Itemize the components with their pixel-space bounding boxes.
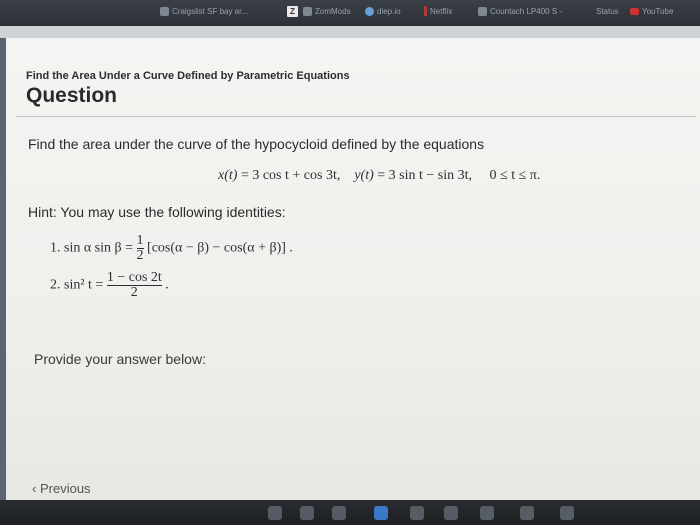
identity-2-numerator: 1 − cos 2t	[106, 270, 162, 285]
title-divider	[16, 116, 696, 117]
youtube-icon	[630, 7, 639, 15]
parametric-equations: x(t) = 3 cos t + cos 3t, y(t) = 3 sin t …	[218, 168, 540, 184]
bookmark-status[interactable]: Status	[596, 4, 619, 18]
diep-icon	[365, 6, 374, 16]
identity-1-rest: [cos(α − β) − cos(α + β)] .	[147, 240, 293, 256]
netflix-icon	[424, 6, 427, 16]
page-title: Question	[26, 84, 118, 107]
bookmarks-bar: Craigslist SF bay ar... Z ZomMods diep.i…	[0, 0, 700, 26]
answer-label: Provide your answer below:	[34, 351, 206, 367]
taskbar	[0, 500, 700, 525]
app-icon[interactable]	[332, 506, 346, 520]
app-icon[interactable]	[520, 506, 534, 520]
bookmark-craigslist[interactable]: Craigslist SF bay ar...	[160, 4, 248, 18]
y-equation-rhs: = 3 sin t − sin 3t,	[377, 168, 473, 183]
app-icon[interactable]	[560, 506, 574, 520]
previous-button[interactable]: ‹ Previous	[32, 481, 91, 496]
identity-2: 2. sin² t = 1 − cos 2t 2 .	[50, 271, 169, 300]
app-icon[interactable]	[374, 506, 388, 520]
hint-label: Hint: You may use the following identiti…	[28, 204, 286, 220]
page-icon	[478, 6, 487, 16]
identity-2-prefix: 2. sin² t =	[50, 277, 104, 293]
identity-1-prefix: 1. sin α sin β =	[50, 240, 134, 256]
bookmark-netflix[interactable]: Netflix	[424, 4, 452, 18]
app-icon[interactable]	[410, 506, 424, 520]
question-subheading: Find the Area Under a Curve Defined by P…	[26, 70, 350, 82]
y-equation-lhs: y(t)	[354, 168, 374, 183]
bookmark-countach[interactable]: Countach LP400 S -	[478, 4, 562, 18]
question-prompt: Find the area under the curve of the hyp…	[28, 136, 485, 152]
identity-1-fraction: 1 2	[136, 233, 144, 263]
identity-1: 1. sin α sin β = 1 2 [cos(α − β) − cos(α…	[50, 234, 293, 263]
app-icon[interactable]	[444, 506, 458, 520]
bookmark-zommods[interactable]: ZomMods	[303, 4, 351, 18]
craigslist-icon	[160, 6, 169, 16]
app-icon[interactable]	[268, 506, 282, 520]
bookmark-diep[interactable]: diep.io	[365, 4, 401, 18]
x-equation-lhs: x(t)	[218, 168, 238, 183]
identity-2-rest: .	[165, 277, 169, 293]
question-page: Find the Area Under a Curve Defined by P…	[6, 38, 700, 500]
identity-2-denominator: 2	[106, 285, 162, 300]
chevron-left-icon: ‹	[32, 481, 37, 496]
zomato-icon: Z	[287, 5, 298, 17]
app-icon[interactable]	[480, 506, 494, 520]
bookmark-youtube[interactable]: YouTube	[630, 4, 673, 18]
identity-2-fraction: 1 − cos 2t 2	[106, 270, 162, 300]
browser-tab-strip	[0, 26, 700, 38]
identity-1-numerator: 1	[136, 233, 144, 248]
x-equation-rhs: = 3 cos t + cos 3t,	[240, 168, 341, 183]
identity-1-denominator: 2	[136, 248, 144, 263]
folder-icon	[303, 6, 312, 16]
app-icon[interactable]	[300, 506, 314, 520]
previous-label: Previous	[39, 481, 91, 496]
parameter-range: 0 ≤ t ≤ π.	[489, 168, 541, 183]
bookmark-zomato[interactable]: Z	[287, 4, 298, 18]
